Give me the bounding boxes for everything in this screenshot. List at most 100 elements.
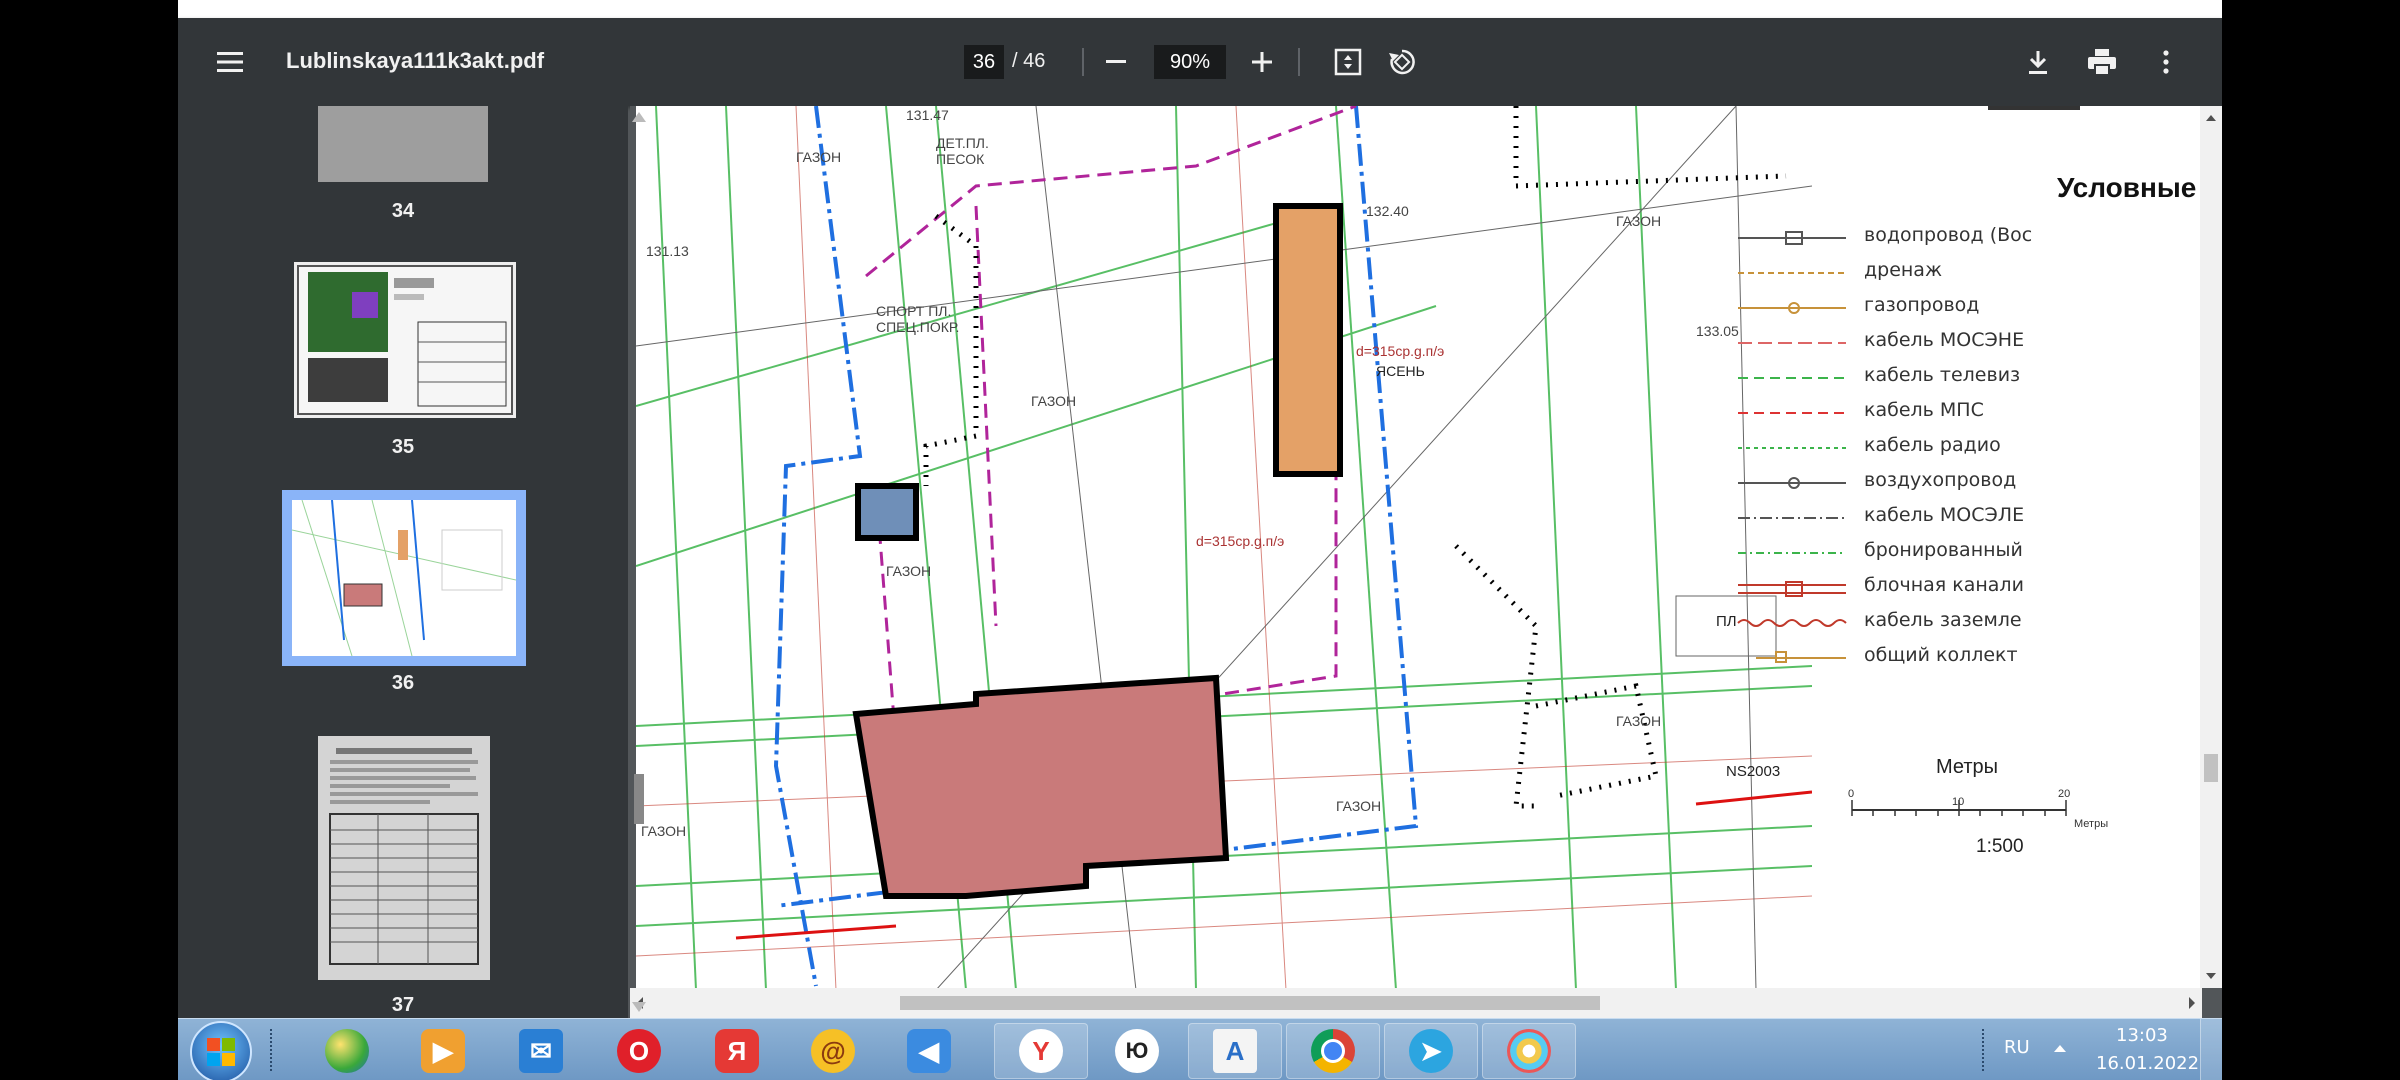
taskbar-app-yu[interactable]: Ю bbox=[1090, 1023, 1184, 1079]
map-label-lawn: ГАЗОН bbox=[796, 149, 841, 165]
taskbar-app-paint[interactable] bbox=[1482, 1023, 1576, 1079]
map-label-elev: 133.05 bbox=[1696, 323, 1739, 339]
legend-item: кабель радио bbox=[1864, 434, 2001, 456]
taskbar-grip bbox=[270, 1029, 278, 1071]
taskbar-app-ball[interactable] bbox=[300, 1023, 394, 1079]
scale-tick-20: 20 bbox=[2058, 788, 2071, 800]
snail-icon: @ bbox=[811, 1029, 855, 1073]
menu-icon[interactable] bbox=[208, 40, 252, 84]
map-label-elev: 132.40 bbox=[1366, 203, 1409, 219]
legend-item: кабель МОСЭНЕ bbox=[1864, 329, 2025, 351]
tray-expand-icon[interactable] bbox=[2054, 1045, 2066, 1052]
legend-item: блочная канали bbox=[1864, 574, 2024, 596]
opera-icon: O bbox=[617, 1029, 661, 1073]
vertical-scrollbar[interactable] bbox=[2200, 106, 2222, 988]
ball-icon bbox=[325, 1029, 369, 1073]
taskbar-app-opera[interactable]: O bbox=[592, 1023, 686, 1079]
chrome-icon bbox=[1311, 1029, 1355, 1073]
mail-icon: ✉ bbox=[519, 1029, 563, 1073]
thumbnail-label: 37 bbox=[391, 994, 415, 1016]
thumbnail-page-35[interactable] bbox=[294, 262, 516, 418]
sidebar-scroll-down[interactable] bbox=[632, 1002, 646, 1012]
zoom-in-button[interactable] bbox=[1242, 42, 1282, 82]
vertical-scroll-thumb[interactable] bbox=[2204, 754, 2218, 782]
page-separator: / bbox=[1012, 50, 1018, 72]
scroll-up-icon[interactable] bbox=[2200, 110, 2222, 126]
thumbnail-label: 36 bbox=[391, 672, 415, 694]
telegram-icon: ➤ bbox=[1409, 1029, 1453, 1073]
thumbnail-label: 34 bbox=[391, 200, 415, 222]
map-label-gas: d=315ср.g.п/э bbox=[1356, 343, 1444, 359]
scale-tick-10: 10 bbox=[1952, 796, 1965, 808]
legend-title: Условные обоз bbox=[2057, 172, 2202, 203]
legend-item: бронированный bbox=[1864, 539, 2023, 561]
taskbar-app-volume[interactable]: ◀ bbox=[882, 1023, 976, 1079]
map-label-elev: 131.13 bbox=[646, 243, 689, 259]
thumbnail-page-34[interactable] bbox=[318, 106, 488, 182]
print-icon[interactable] bbox=[2082, 42, 2122, 82]
taskbar-app-telegram[interactable]: ➤ bbox=[1384, 1023, 1478, 1079]
sidebar-scroll-up[interactable] bbox=[632, 112, 646, 122]
chrome-center bbox=[1321, 1039, 1345, 1063]
scale-title: Метры bbox=[1936, 756, 1999, 778]
tray-grip bbox=[1982, 1029, 1990, 1071]
taskbar-app-yandex-y[interactable]: Y bbox=[994, 1023, 1088, 1079]
pdf-toolbar: Lublinskaya111k3akt.pdf 36 / 46 90% bbox=[178, 18, 2222, 106]
language-indicator[interactable]: RU bbox=[2004, 1037, 2030, 1058]
document-reader-icon: A bbox=[1213, 1029, 1257, 1073]
show-desktop-button[interactable] bbox=[2200, 1019, 2222, 1080]
page-header-mark bbox=[1988, 106, 2080, 110]
taskbar-app-reader[interactable]: A bbox=[1188, 1023, 1282, 1079]
map-label-elev: 131.47 bbox=[906, 107, 949, 123]
taskbar-app-snail[interactable]: @ bbox=[786, 1023, 880, 1079]
toolbar-separator bbox=[1298, 48, 1300, 76]
clock-date[interactable]: 16.01.2022 bbox=[2096, 1053, 2199, 1074]
scroll-down-icon[interactable] bbox=[2200, 968, 2222, 984]
rotate-icon[interactable] bbox=[1382, 42, 1422, 82]
legend-item: общий коллект bbox=[1864, 644, 2018, 666]
legend-item: кабель телевиз bbox=[1864, 364, 2021, 386]
scale-ratio: 1:500 bbox=[1976, 836, 2024, 857]
yu-icon: Ю bbox=[1115, 1029, 1159, 1073]
map-label-lawn: ГАЗОН bbox=[1616, 713, 1661, 729]
current-page-input[interactable]: 36 bbox=[964, 45, 1004, 79]
start-button[interactable] bbox=[190, 1021, 252, 1080]
download-icon[interactable] bbox=[2018, 42, 2058, 82]
scroll-right-icon[interactable] bbox=[2184, 988, 2200, 1018]
legend-item: кабель заземле bbox=[1864, 609, 2022, 631]
scale-tick-0: 0 bbox=[1848, 788, 1855, 800]
map-label-det: ПЕСОК bbox=[936, 151, 985, 167]
more-options-icon[interactable] bbox=[2146, 42, 2186, 82]
sidebar-scroll-thumb[interactable] bbox=[634, 774, 644, 824]
map-label-yasen: ЯСЕНЬ bbox=[1376, 363, 1425, 379]
taskbar-app-yandex[interactable]: Я bbox=[690, 1023, 784, 1079]
taskbar-app-chrome[interactable] bbox=[1286, 1023, 1380, 1079]
legend-item: дренаж bbox=[1864, 259, 1943, 281]
taskbar-app-mail[interactable]: ✉ bbox=[494, 1023, 588, 1079]
clock-time[interactable]: 13:03 bbox=[2116, 1025, 2168, 1046]
map-label-det: ДЕТ.ПЛ. bbox=[936, 135, 989, 151]
legend-item: кабель МОСЭЛЕ bbox=[1864, 504, 2025, 526]
toolbar-separator bbox=[1082, 48, 1084, 76]
map-label-pl: ПЛ bbox=[1716, 613, 1737, 630]
fit-page-icon[interactable] bbox=[1328, 42, 1368, 82]
legend-symbols bbox=[1737, 231, 1847, 663]
zoom-out-button[interactable] bbox=[1096, 42, 1136, 82]
legend-item: воздухопровод bbox=[1864, 469, 2017, 491]
speaker-icon: ◀ bbox=[907, 1029, 951, 1073]
map-label-sport: СПОРТ ПЛ. bbox=[876, 303, 951, 319]
taskbar-app-media[interactable]: ▶ bbox=[396, 1023, 490, 1079]
scale-unit: Метры bbox=[2074, 818, 2109, 830]
thumbnail-page-37[interactable] bbox=[318, 736, 490, 980]
map-label-lawn: ГАЗОН bbox=[886, 563, 931, 579]
thumbnail-page-36-selected[interactable] bbox=[282, 490, 526, 666]
map-label-gas: d=315ср.g.п/э bbox=[1196, 533, 1284, 549]
horizontal-scroll-thumb[interactable] bbox=[900, 996, 1600, 1010]
paint-icon bbox=[1507, 1029, 1551, 1073]
scale-bar bbox=[1851, 800, 2067, 816]
site-plan-drawing: ГАЗОН ГАЗОН ГАЗОН ГАЗОН ГАЗОН ГАЗОН ГАЗО… bbox=[636, 106, 1812, 990]
horizontal-scrollbar[interactable] bbox=[630, 988, 2202, 1018]
taskbar: ▶ ✉ O Я @ ◀ Y Ю A ➤ RU 13:03 16.01.2022 bbox=[178, 1018, 2222, 1080]
thumbnail-sidebar: 34 35 36 37 bbox=[178, 106, 628, 1018]
zoom-input[interactable]: 90% bbox=[1154, 45, 1226, 79]
